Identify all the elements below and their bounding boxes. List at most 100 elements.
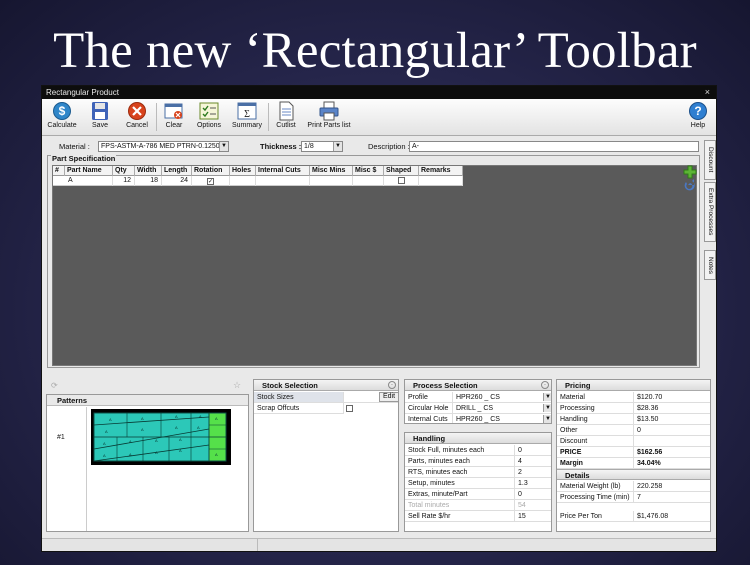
- cell-part-name[interactable]: A: [65, 176, 113, 186]
- col-internal-cuts[interactable]: Internal Cuts: [256, 166, 310, 176]
- scrap-offcuts-checkbox[interactable]: [346, 405, 353, 412]
- edit-stock-button[interactable]: Edit: [379, 392, 398, 402]
- internal-cuts-process-dropdown[interactable]: HPR260 _ CS ▼: [453, 414, 551, 423]
- refresh-icon[interactable]: ⟳: [51, 381, 58, 390]
- pricing-value-material: $120.70: [634, 392, 710, 403]
- table-row[interactable]: A 12 18 24 ✓: [53, 176, 463, 186]
- col-misc-dollars[interactable]: Misc $: [353, 166, 384, 176]
- patterns-title: Patterns: [47, 395, 248, 406]
- handling-panel: Handling Stock Full, minutes each 0 Part…: [404, 432, 552, 532]
- svg-text:$: $: [59, 104, 66, 118]
- print-parts-label: Print Parts list: [307, 122, 351, 129]
- handling-label-stock-full: Stock Full, minutes each: [405, 445, 515, 456]
- handling-value-parts[interactable]: 4: [515, 456, 551, 467]
- col-number[interactable]: #: [53, 166, 65, 176]
- status-divider: [257, 539, 258, 551]
- toolbar-separator: [268, 103, 269, 131]
- star-add-icon[interactable]: ☆: [233, 380, 241, 391]
- cutlist-label: Cutlist: [276, 122, 296, 129]
- svg-text:Σ: Σ: [244, 109, 250, 120]
- dollar-icon: $: [53, 102, 71, 120]
- thickness-dropdown[interactable]: 1/8 ▼: [301, 141, 343, 152]
- cell-internal-cuts[interactable]: [256, 176, 310, 186]
- help-button[interactable]: ? Help: [686, 101, 710, 134]
- pricing-label-discount: Discount: [557, 436, 634, 447]
- help-question-icon: ?: [689, 102, 707, 120]
- handling-value-sell-rate[interactable]: 15: [515, 511, 551, 522]
- calculate-button[interactable]: $ Calculate: [46, 101, 78, 134]
- col-remarks[interactable]: Remarks: [419, 166, 463, 176]
- col-width[interactable]: Width: [135, 166, 162, 176]
- tab-discount[interactable]: Discount: [704, 140, 716, 180]
- pricing-value-discount[interactable]: [634, 436, 710, 447]
- cancel-label: Cancel: [126, 122, 148, 129]
- nest-tile-label: A: [175, 425, 178, 430]
- cell-holes[interactable]: [230, 176, 256, 186]
- cell-width[interactable]: 18: [135, 176, 162, 186]
- handling-label-rts: RTS, minutes each: [405, 467, 515, 478]
- pricing-value-other[interactable]: 0: [634, 425, 710, 436]
- collapse-icon[interactable]: -: [541, 381, 549, 389]
- window-title: Rectangular Product: [46, 88, 119, 97]
- nest-tile-label: A: [155, 450, 158, 455]
- handling-value-rts[interactable]: 2: [515, 467, 551, 478]
- nesting-pattern-preview[interactable]: A A A A A A A A A A A A A A A A A A: [91, 409, 231, 465]
- circular-hole-process-value: DRILL _ CS: [456, 405, 494, 412]
- nest-tile-label: A: [103, 453, 106, 458]
- save-button[interactable]: Save: [86, 101, 114, 134]
- handling-label-setup: Setup, minutes: [405, 478, 515, 489]
- tab-notes[interactable]: Notes: [704, 250, 716, 280]
- clear-button[interactable]: Clear: [160, 101, 188, 134]
- nest-tile-label: A: [197, 425, 200, 430]
- collapse-icon[interactable]: -: [388, 381, 396, 389]
- handling-label-sell-rate: Sell Rate $/hr: [405, 511, 515, 522]
- nest-tile-label: A: [109, 417, 112, 422]
- options-button[interactable]: Options: [194, 101, 224, 134]
- col-qty[interactable]: Qty: [113, 166, 135, 176]
- col-holes[interactable]: Holes: [230, 166, 256, 176]
- col-shaped[interactable]: Shaped: [384, 166, 419, 176]
- process-selection-panel: Process Selection - Profile HPR260 _ CS ▼…: [404, 379, 552, 424]
- floppy-disk-icon: [92, 102, 108, 120]
- add-row-icon[interactable]: [683, 165, 697, 191]
- circular-hole-process-dropdown[interactable]: DRILL _ CS ▼: [453, 403, 551, 414]
- close-window-button[interactable]: ×: [705, 86, 710, 99]
- col-rotation[interactable]: Rotation: [192, 166, 230, 176]
- col-misc-mins[interactable]: Misc Mins: [310, 166, 353, 176]
- stock-sizes-label[interactable]: Stock Sizes: [254, 392, 344, 403]
- pricing-value-price-per-ton: $1,476.08: [634, 511, 710, 522]
- shaped-checkbox[interactable]: [397, 177, 405, 184]
- help-label: Help: [690, 122, 706, 129]
- handling-value-stock-full[interactable]: 0: [515, 445, 551, 456]
- col-length[interactable]: Length: [162, 166, 192, 176]
- tab-extra-processes[interactable]: Extra Processes: [704, 182, 716, 242]
- nest-tile-label: A: [105, 429, 108, 434]
- scrap-offcuts-label: Scrap Offcuts: [254, 403, 344, 414]
- cell-length[interactable]: 24: [162, 176, 192, 186]
- cell-misc-mins[interactable]: [310, 176, 353, 186]
- chevron-down-icon: ▼: [543, 415, 551, 423]
- cell-shaped: [384, 176, 419, 186]
- cancel-button[interactable]: Cancel: [122, 101, 152, 134]
- cutlist-button[interactable]: Cutlist: [272, 101, 300, 134]
- rotation-checkbox[interactable]: ✓: [207, 178, 214, 185]
- handling-value-setup[interactable]: 1.3: [515, 478, 551, 489]
- nest-tile-label: A: [141, 416, 144, 421]
- cell-remarks[interactable]: [419, 176, 463, 186]
- handling-value-extras[interactable]: 0: [515, 489, 551, 500]
- col-part-name[interactable]: Part Name: [65, 166, 113, 176]
- chevron-down-icon: ▼: [543, 393, 551, 401]
- profile-process-dropdown[interactable]: HPR260 _ CS ▼: [453, 392, 551, 403]
- chevron-down-icon: ▼: [333, 142, 342, 151]
- status-bar: [42, 538, 716, 551]
- description-input[interactable]: A-: [409, 141, 699, 152]
- pattern-number: #1: [57, 434, 65, 441]
- cell-qty[interactable]: 12: [113, 176, 135, 186]
- print-parts-list-button[interactable]: Print Parts list: [306, 101, 352, 134]
- description-label: Description :: [368, 142, 410, 151]
- pricing-panel: Pricing Material $120.70 Processing $28.…: [556, 379, 711, 532]
- material-dropdown[interactable]: FPS-ASTM-A-786 MED PTRN-0.1250 ▼: [98, 141, 229, 152]
- summary-button[interactable]: Σ Summary: [230, 101, 264, 134]
- nest-tile-label: A: [199, 414, 202, 419]
- cell-misc-dollars[interactable]: [353, 176, 384, 186]
